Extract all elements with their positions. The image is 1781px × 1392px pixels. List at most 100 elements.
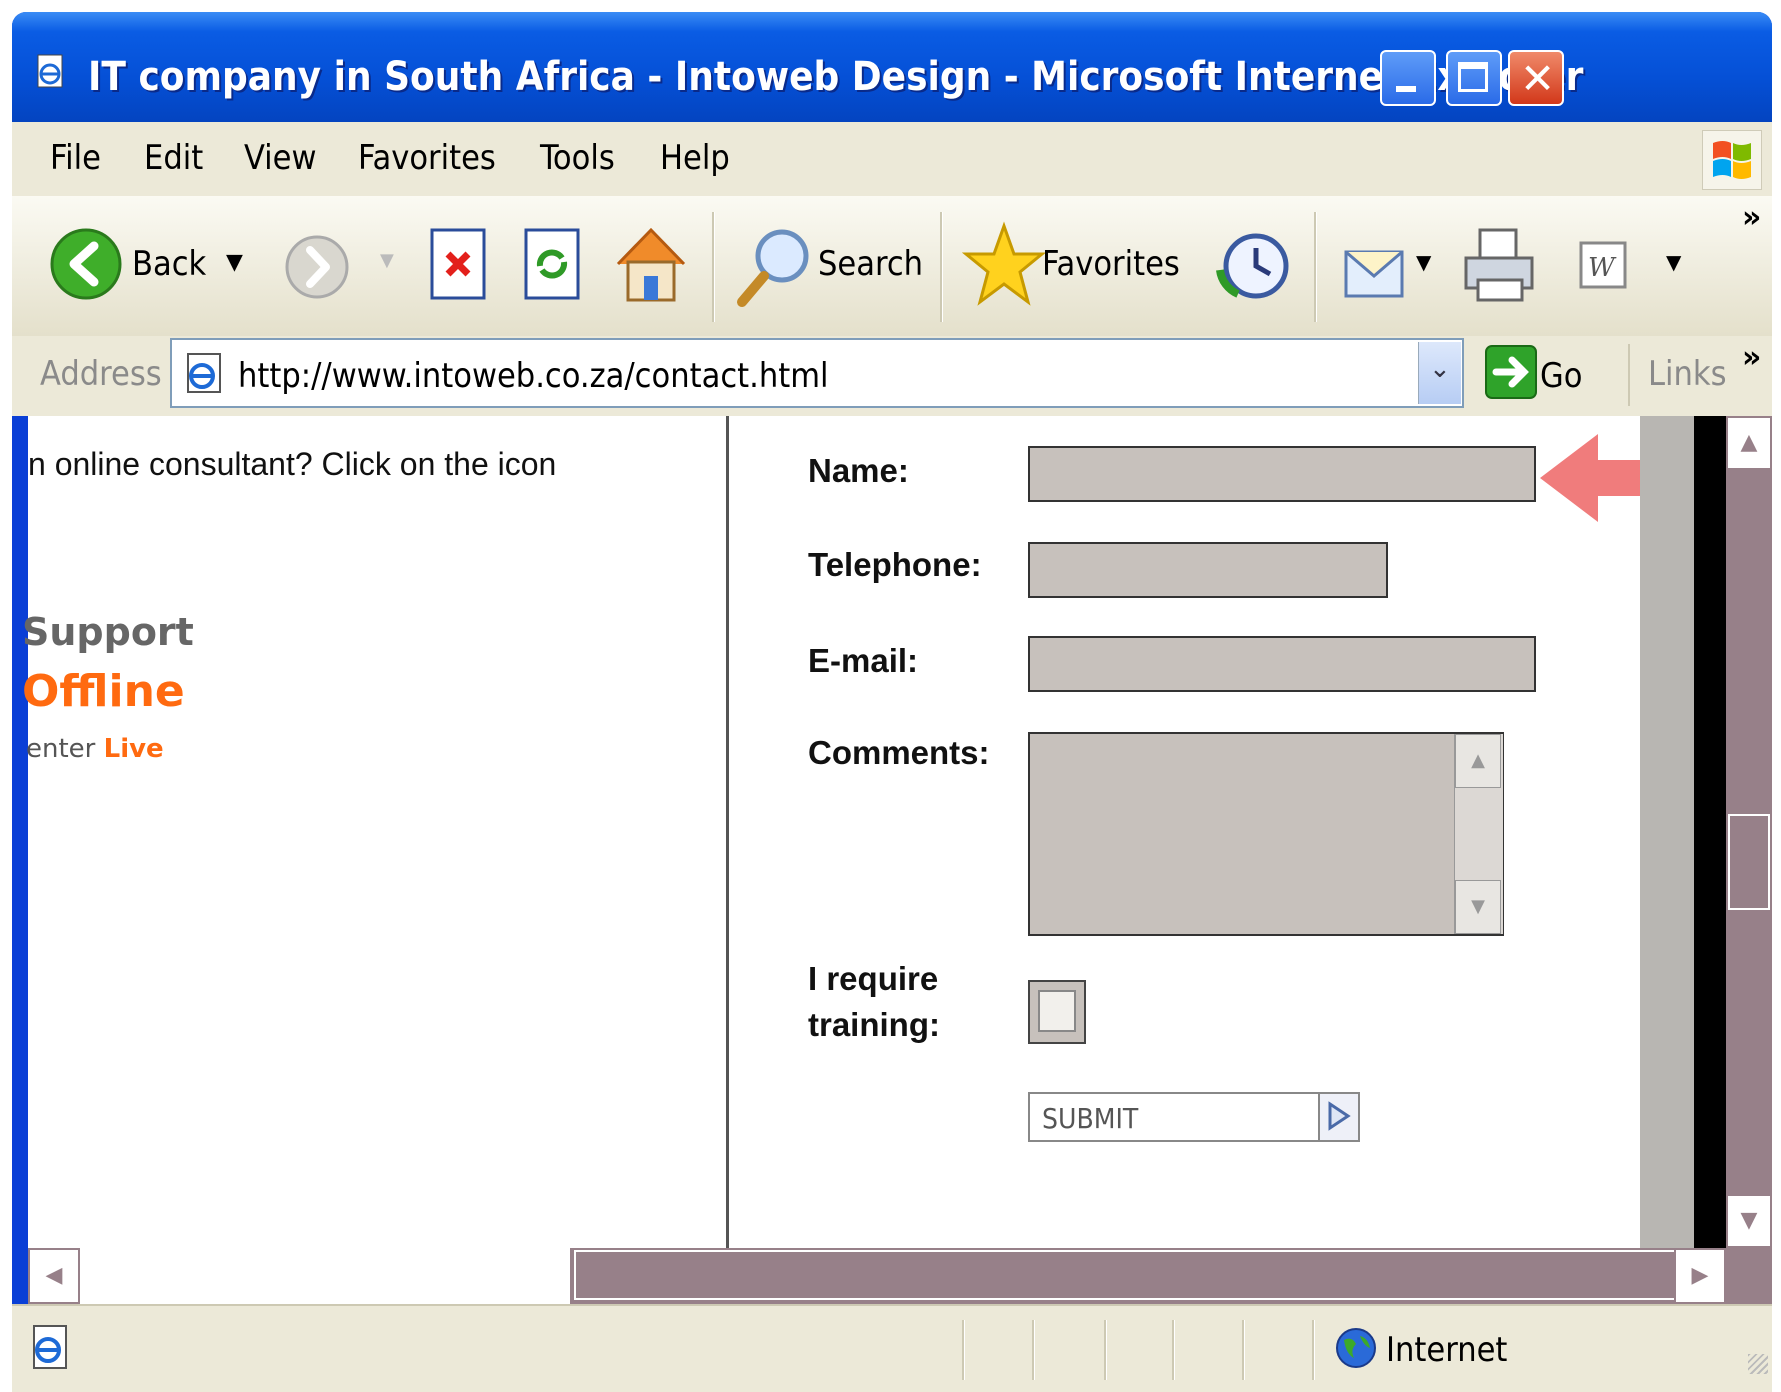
status-separator — [1104, 1320, 1107, 1380]
menu-help[interactable]: Help — [660, 138, 730, 178]
training-checkbox[interactable] — [1028, 980, 1086, 1044]
search-button[interactable] — [734, 224, 814, 312]
history-button[interactable] — [1214, 226, 1294, 310]
horizontal-scroll-track[interactable] — [80, 1248, 570, 1304]
scrollbar-corner — [1726, 1248, 1772, 1304]
menu-bar: File Edit View Favorites Tools Help — [12, 122, 1772, 197]
arrow-up-icon: ▲ — [1740, 430, 1758, 455]
horizontal-scrollbar[interactable]: ◀ ▶ — [28, 1248, 1726, 1304]
ie-page-icon — [37, 54, 63, 88]
training-label-line2: training: — [808, 1006, 940, 1043]
menu-file[interactable]: File — [50, 138, 101, 178]
email-label: E-mail: — [808, 642, 919, 679]
back-button[interactable] — [48, 226, 124, 306]
brand-part-2: Live — [103, 734, 164, 764]
mail-icon — [1344, 250, 1404, 298]
maximize-icon — [1458, 62, 1488, 92]
toolbar-separator — [940, 212, 943, 322]
status-separator — [1172, 1320, 1175, 1380]
arrow-right-icon: ▶ — [1691, 1263, 1709, 1288]
inner-frame-border — [1694, 416, 1728, 1248]
go-arrow-icon — [1485, 345, 1537, 399]
address-label: Address — [40, 354, 162, 394]
telephone-input[interactable] — [1028, 542, 1388, 598]
maximize-button[interactable] — [1446, 50, 1502, 106]
go-button[interactable] — [1484, 344, 1538, 404]
toolbar-overflow-icon[interactable]: » — [1742, 200, 1761, 235]
links-label[interactable]: Links — [1648, 354, 1727, 394]
comments-scrollbar[interactable]: ▲ ▼ — [1454, 734, 1503, 934]
support-status[interactable]: Offline — [22, 666, 185, 717]
edit-dropdown-icon[interactable]: ▼ — [1666, 250, 1681, 274]
arrow-down-icon: ▼ — [1740, 1208, 1758, 1233]
history-icon — [1216, 233, 1289, 299]
comments-label: Comments: — [808, 734, 990, 771]
scroll-up-icon[interactable]: ▲ — [1455, 734, 1501, 788]
address-bar: Address http://www.intoweb.co.za/contact… — [12, 336, 1772, 416]
windows-logo-icon — [1702, 130, 1762, 190]
vertical-scroll-thumb[interactable] — [1728, 814, 1770, 910]
name-label: Name: — [808, 452, 909, 489]
refresh-button[interactable] — [520, 224, 584, 308]
scroll-down-button[interactable]: ▼ — [1726, 1194, 1772, 1248]
go-label[interactable]: Go — [1540, 356, 1582, 396]
stop-icon — [430, 228, 486, 300]
comments-textarea[interactable]: ▲ ▼ — [1028, 732, 1504, 936]
name-input[interactable] — [1028, 446, 1536, 502]
status-separator — [962, 1320, 965, 1380]
word-icon: W — [1579, 241, 1627, 289]
forward-button[interactable] — [282, 232, 352, 306]
favorites-label[interactable]: Favorites — [1042, 244, 1180, 284]
scroll-right-button[interactable]: ▶ — [1674, 1248, 1726, 1304]
svg-text:W: W — [1588, 253, 1617, 283]
forward-dropdown-icon[interactable]: ▼ — [380, 250, 394, 271]
submit-button[interactable]: SUBMIT — [1028, 1092, 1360, 1142]
title-bar[interactable]: IT company in South Africa - Intoweb Des… — [12, 12, 1772, 122]
back-label[interactable]: Back — [132, 244, 206, 284]
scroll-left-button[interactable]: ◀ — [28, 1248, 80, 1304]
printer-icon — [1464, 228, 1534, 302]
training-label: I require training: — [808, 956, 940, 1048]
menu-favorites[interactable]: Favorites — [358, 138, 496, 178]
links-overflow-icon[interactable]: » — [1742, 340, 1761, 375]
menu-view[interactable]: View — [244, 138, 317, 178]
status-separator — [1312, 1320, 1315, 1380]
globe-icon — [1336, 1328, 1376, 1368]
close-button[interactable]: ✕ — [1508, 50, 1564, 106]
vertical-scrollbar[interactable]: ▲ ▼ — [1726, 416, 1772, 1248]
menu-edit[interactable]: Edit — [144, 138, 203, 178]
scroll-down-icon[interactable]: ▼ — [1455, 880, 1501, 934]
home-button[interactable] — [612, 222, 690, 310]
scroll-up-button[interactable]: ▲ — [1726, 416, 1772, 470]
stop-button[interactable] — [426, 224, 490, 308]
search-label[interactable]: Search — [818, 244, 923, 284]
checkbox-box — [1038, 990, 1076, 1032]
close-icon: ✕ — [1520, 54, 1556, 103]
livechat-brand[interactable]: enter Live — [26, 734, 164, 764]
refresh-icon — [524, 228, 580, 300]
chevron-down-icon: ⌄ — [1429, 354, 1451, 384]
status-bar: Internet — [12, 1304, 1772, 1392]
favorites-button[interactable] — [961, 220, 1047, 312]
submit-arrow-button[interactable] — [1318, 1094, 1358, 1140]
support-label[interactable]: Support — [22, 610, 194, 654]
mail-button[interactable] — [1340, 230, 1410, 308]
email-input[interactable] — [1028, 636, 1536, 692]
window-title: IT company in South Africa - Intoweb Des… — [88, 54, 1584, 100]
edit-word-button[interactable]: W — [1578, 240, 1628, 294]
submit-label: SUBMIT — [1042, 1102, 1139, 1135]
resize-grip-icon[interactable] — [1748, 1354, 1768, 1374]
back-dropdown-icon[interactable]: ▼ — [226, 250, 243, 275]
minimize-button[interactable] — [1380, 50, 1436, 106]
arrow-left-icon: ◀ — [45, 1263, 63, 1288]
consultant-text: n online consultant? Click on the icon — [28, 446, 557, 482]
address-dropdown-button[interactable]: ⌄ — [1418, 342, 1461, 404]
brand-part-1: enter — [26, 734, 104, 764]
mail-dropdown-icon[interactable]: ▼ — [1416, 250, 1431, 274]
menu-tools[interactable]: Tools — [540, 138, 615, 178]
horizontal-scroll-thumb[interactable] — [574, 1250, 1698, 1300]
address-input[interactable]: http://www.intoweb.co.za/contact.html ⌄ — [170, 338, 1464, 408]
search-icon — [737, 229, 809, 307]
inner-frame-gutter — [1640, 416, 1694, 1248]
print-button[interactable] — [1460, 224, 1540, 310]
